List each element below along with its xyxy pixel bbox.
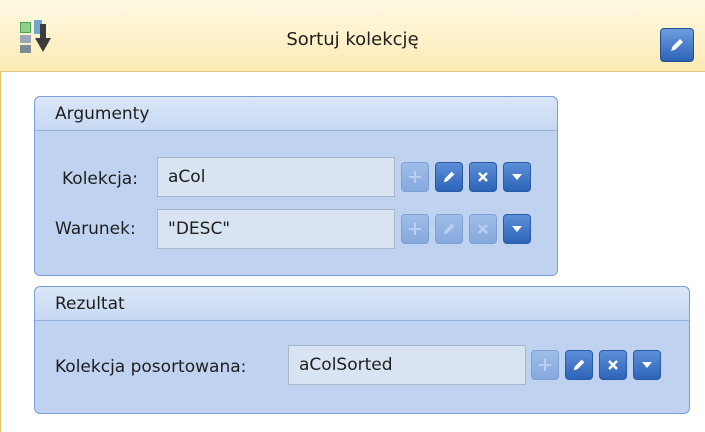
plus-icon — [409, 171, 421, 183]
chevron-down-icon — [642, 362, 652, 368]
condition-field[interactable]: "DESC" — [157, 209, 395, 249]
collection-label: Kolekcja: — [62, 169, 138, 189]
plus-icon — [409, 223, 421, 235]
chevron-down-icon — [512, 174, 522, 180]
condition-label: Warunek: — [55, 219, 136, 239]
sorted-collection-clear-button[interactable] — [599, 350, 627, 380]
edit-activity-button[interactable] — [660, 28, 694, 62]
arguments-panel: Argumenty Kolekcja: aCol Warunek: "DESC" — [34, 96, 558, 276]
sorted-collection-label: Kolekcja posortowana: — [55, 357, 247, 377]
pencil-icon — [671, 39, 683, 51]
activity-title: Sortuj kolekcję — [286, 29, 419, 50]
collection-field[interactable]: aCol — [157, 157, 395, 197]
sorted-collection-add-button[interactable] — [531, 350, 559, 380]
close-icon — [608, 360, 618, 370]
arguments-panel-title: Argumenty — [35, 97, 557, 131]
plus-icon — [539, 359, 551, 371]
sorted-collection-dropdown-button[interactable] — [633, 350, 661, 380]
pencil-icon — [443, 223, 455, 235]
condition-clear-button[interactable] — [469, 214, 497, 244]
pencil-icon — [573, 359, 585, 371]
close-icon — [478, 172, 488, 182]
collection-clear-button[interactable] — [469, 162, 497, 192]
collection-add-button[interactable] — [401, 162, 429, 192]
condition-dropdown-button[interactable] — [503, 214, 531, 244]
result-panel-title: Rezultat — [35, 287, 689, 321]
collection-edit-button[interactable] — [435, 162, 463, 192]
sorted-collection-edit-button[interactable] — [565, 350, 593, 380]
result-panel: Rezultat Kolekcja posortowana: aColSorte… — [34, 286, 690, 414]
condition-edit-button[interactable] — [435, 214, 463, 244]
condition-add-button[interactable] — [401, 214, 429, 244]
sorted-collection-field[interactable]: aColSorted — [288, 345, 526, 385]
activity-header: Sortuj kolekcję — [0, 0, 705, 72]
close-icon — [478, 224, 488, 234]
chevron-down-icon — [512, 226, 522, 232]
collection-dropdown-button[interactable] — [503, 162, 531, 192]
pencil-icon — [443, 171, 455, 183]
